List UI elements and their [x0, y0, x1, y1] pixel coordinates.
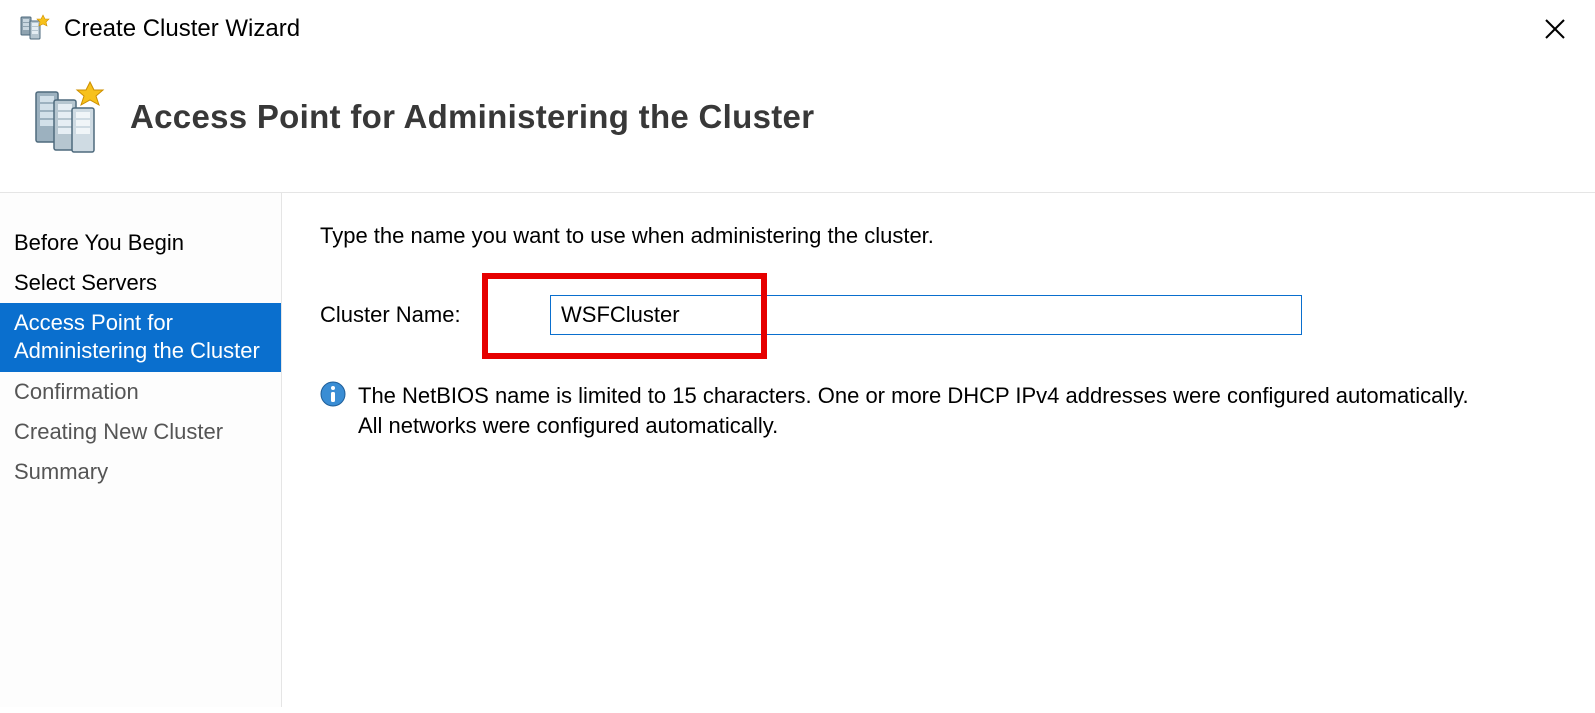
cluster-wizard-icon — [18, 13, 50, 45]
info-icon — [320, 381, 346, 407]
wizard-main-panel: Type the name you want to use when admin… — [282, 193, 1595, 707]
step-creating-new-cluster[interactable]: Creating New Cluster — [0, 412, 281, 452]
step-before-you-begin[interactable]: Before You Begin — [0, 223, 281, 263]
wizard-header: Access Point for Administering the Clust… — [0, 58, 1595, 192]
info-text: The NetBIOS name is limited to 15 charac… — [358, 381, 1480, 442]
step-select-servers[interactable]: Select Servers — [0, 263, 281, 303]
instruction-text: Type the name you want to use when admin… — [320, 223, 1565, 249]
window-title: Create Cluster Wizard — [64, 15, 300, 43]
close-icon — [1544, 18, 1566, 40]
step-access-point[interactable]: Access Point for Administering the Clust… — [0, 303, 281, 371]
wizard-steps-sidebar: Before You Begin Select Servers Access P… — [0, 193, 282, 707]
step-summary[interactable]: Summary — [0, 452, 281, 492]
cluster-name-input[interactable] — [550, 295, 1302, 335]
page-title: Access Point for Administering the Clust… — [130, 98, 814, 136]
titlebar: Create Cluster Wizard — [0, 0, 1595, 58]
info-row: The NetBIOS name is limited to 15 charac… — [320, 381, 1480, 442]
wizard-body: Before You Begin Select Servers Access P… — [0, 192, 1595, 707]
close-button[interactable] — [1537, 11, 1573, 47]
cluster-name-row: Cluster Name: — [320, 295, 1565, 335]
cluster-name-label: Cluster Name: — [320, 302, 550, 328]
cluster-name-input-wrap — [550, 295, 1302, 335]
step-confirmation[interactable]: Confirmation — [0, 372, 281, 412]
cluster-servers-icon — [30, 78, 108, 156]
